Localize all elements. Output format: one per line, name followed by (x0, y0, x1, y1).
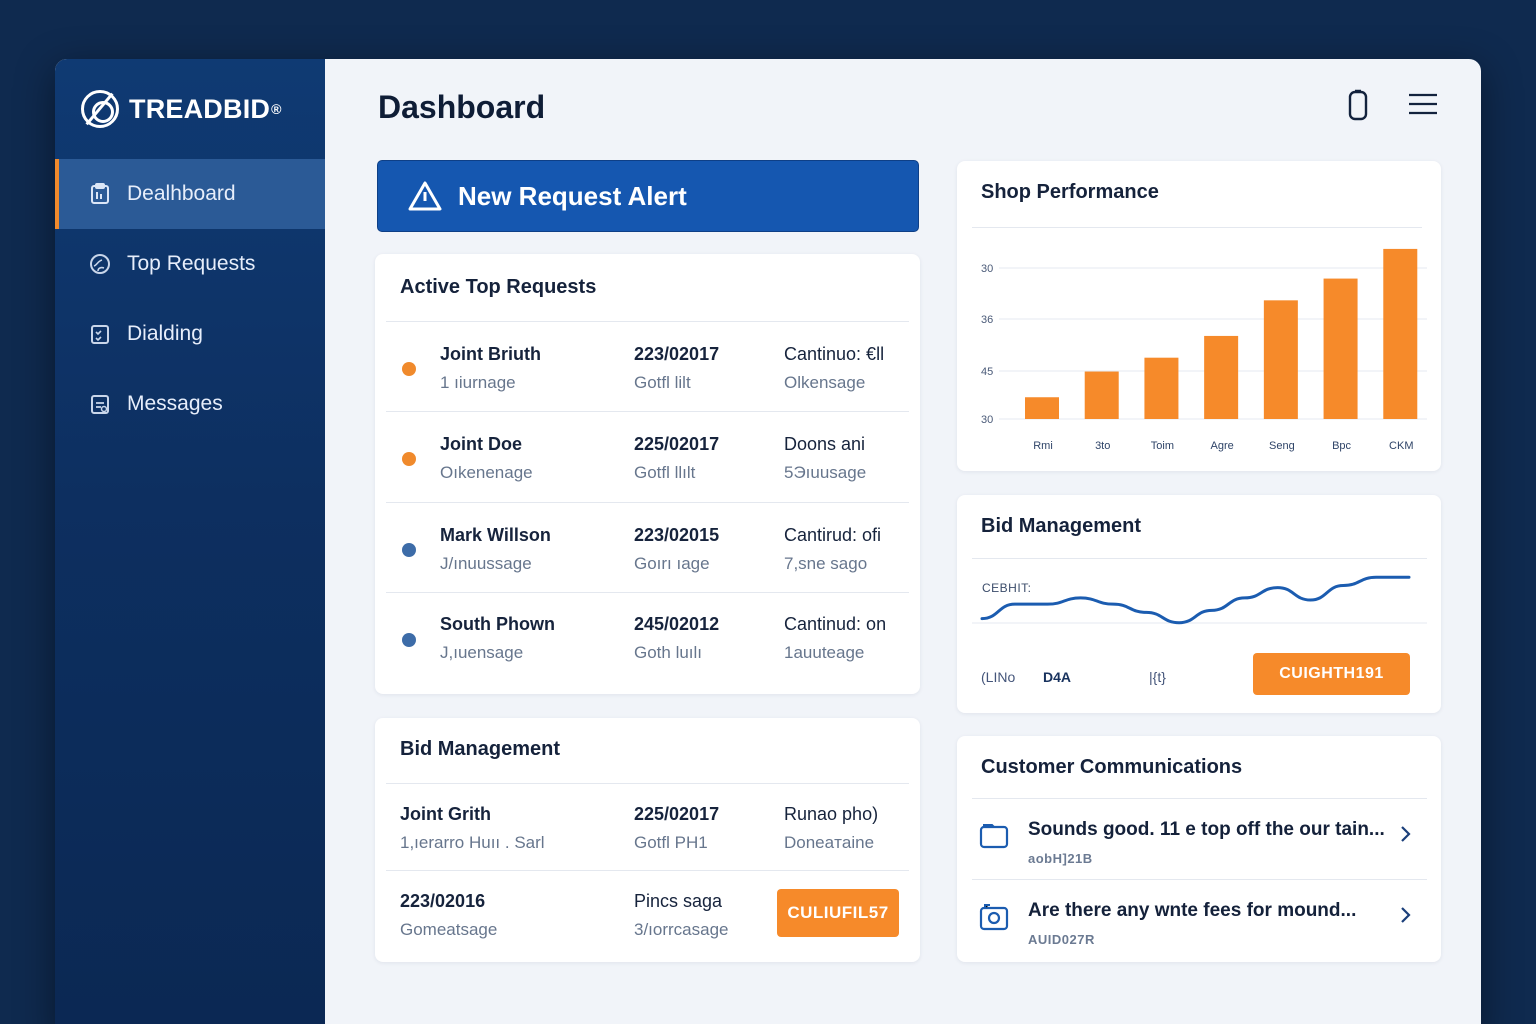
bar (1084, 371, 1119, 419)
footer-label-mid: D4A (1043, 669, 1072, 685)
brand[interactable]: TREADBID ® (55, 59, 325, 159)
globe-icon (89, 253, 111, 275)
message-meta: AUID027R (1028, 932, 1095, 947)
card-title: Customer Communications (981, 756, 1243, 778)
alert-label: New Request Alert (458, 180, 687, 211)
checklist-icon (89, 323, 111, 345)
x-tick-label: Agre (1211, 440, 1234, 452)
camera-icon (979, 902, 1009, 932)
bid-management-chart-card: Bid Management CEBHIT: (LINo D4A |{t} CU… (957, 495, 1441, 713)
card-title: Bid Management (981, 515, 1142, 537)
phone-icon[interactable] (1347, 89, 1369, 123)
divider (972, 227, 1422, 228)
message-doc-icon (89, 393, 111, 415)
sidebar-item-dialding[interactable]: Dialding (55, 299, 325, 369)
table-row[interactable]: Mark Willson J/ınuussage 223/02015 Goırı ı… (386, 502, 909, 592)
bar (1263, 300, 1298, 419)
request-status: Cantinud: on 1auuteage (784, 614, 887, 662)
request-status: Doons ani 5Эıuusage (784, 434, 867, 482)
x-tick-label: Rmi (1033, 440, 1053, 452)
request-status: Cantirud: ofi 7,sne sago (784, 525, 882, 573)
series-line (980, 575, 1411, 625)
sidebar: TREADBID ® Dealhboard Top Requests Dialdi… (55, 59, 325, 1024)
status-dot (402, 543, 416, 557)
sidebar-item-dashboard[interactable]: Dealhboard (55, 159, 325, 229)
bid-action-button[interactable]: CULIUFIL57 (777, 889, 899, 937)
app-window: TREADBID ® Dealhboard Top Requests Dialdi… (55, 59, 1481, 1024)
requester: South Phown J,ıuensage (440, 614, 555, 662)
chevron-right-icon[interactable] (1399, 904, 1413, 926)
message-text: Sounds good. 11 e top off the our tain..… (1028, 819, 1385, 840)
y-tick-label: 30 (981, 263, 993, 275)
page-title: Dashboard (378, 89, 546, 125)
x-tick-label: CKM (1389, 440, 1413, 452)
main-content: Dashboard New Request Alert Active Top R… (325, 59, 1481, 1024)
bid-status: Runao pho) Doneaтaine (784, 804, 879, 852)
hamburger-menu-icon[interactable] (1407, 89, 1439, 119)
x-tick-label: Toim (1151, 440, 1174, 452)
message-meta: aobH]21B (1028, 851, 1093, 866)
bar (1025, 397, 1059, 419)
footer-label-left: (LINo (981, 669, 1016, 685)
card-title: Shop Performance (981, 181, 1159, 203)
sidebar-item-messages[interactable]: Messages (55, 369, 325, 439)
bid-date: 223/02016 Gomeatsage (400, 891, 498, 939)
bid-date: 225/02017 Gotfl PH1 (634, 804, 720, 852)
bar (1323, 278, 1358, 419)
sidebar-item-label: Top Requests (127, 252, 256, 275)
bid-management-card: Bid Management Joint Grith 1,ıerarro Huıı… (375, 718, 920, 962)
request-date: 223/02017 Gotfl lilt (634, 344, 720, 392)
requester: Joint Briuth 1 ıiurnage (440, 344, 541, 392)
bar (1144, 357, 1179, 419)
request-date: 223/02015 Goırı ıage (634, 525, 720, 573)
table-row[interactable]: Joint Doe Oıkenenage 225/02017 Gotfl llılt… (386, 411, 909, 501)
shop-performance-chart: 30 36 45 30 Rmi 3to Toim Agre Seng Bpc CKM (981, 248, 1427, 452)
active-requests-card: Active Top Requests Joint Briuth 1 ıiurna… (375, 254, 920, 694)
sidebar-item-top-requests[interactable]: Top Requests (55, 229, 325, 299)
bar (1383, 248, 1418, 419)
divider (972, 558, 1427, 559)
y-tick-label: 36 (981, 314, 993, 326)
bid-cta-button[interactable]: CUIGHTH191 (1253, 653, 1410, 695)
request-date: 225/02017 Gotfl llılt (634, 434, 720, 482)
clipboard-icon (89, 183, 111, 205)
bid-row[interactable]: Joint Grith 1,ıerarro Huıı . Sarl 225/020… (386, 783, 909, 873)
folder-icon (979, 821, 1009, 851)
footer-label-right: |{t} (1149, 669, 1166, 685)
message-text: Are there any wnte fees for mound... (1028, 900, 1357, 921)
table-row[interactable]: Joint Briuth 1 ıiurnage 223/02017 Gotfl li… (386, 321, 909, 411)
request-date: 245/02012 Goth luılı (634, 614, 720, 662)
sidebar-item-label: Dealhboard (127, 182, 236, 205)
status-dot (402, 452, 416, 466)
brand-mark: ® (271, 101, 282, 117)
bidder: Joint Grith 1,ıerarro Huıı . Sarl (400, 804, 545, 852)
sidebar-item-label: Messages (127, 392, 223, 415)
status-dot (402, 362, 416, 376)
status-dot (402, 633, 416, 647)
bid-row[interactable]: 223/02016 Gomeatsage Pincs saga 3/ıorrcasa… (386, 870, 909, 960)
card-title: Active Top Requests (400, 276, 597, 298)
chevron-right-icon[interactable] (1399, 823, 1413, 845)
card-title: Bid Management (400, 738, 561, 760)
message-item[interactable]: Are there any wnte fees for mound... AUI… (972, 879, 1427, 959)
requester: Joint Doe Oıkenenage (440, 434, 533, 482)
warning-icon (408, 181, 442, 211)
brand-name: TREADBID (129, 93, 271, 124)
brand-logo-icon (81, 90, 119, 128)
request-status: Cantinuo: €ll Olkensage (784, 344, 885, 392)
customer-communications-card: Customer Communications Sounds good. 11 … (957, 736, 1441, 962)
x-tick-label: Seng (1269, 440, 1295, 452)
requester: Mark Willson J/ınuussage (440, 525, 551, 573)
y-tick-label: 45 (981, 366, 993, 378)
sidebar-item-label: Dialding (127, 322, 203, 345)
message-item[interactable]: Sounds good. 11 e top off the our tain..… (972, 798, 1427, 878)
y-tick-label: 30 (981, 414, 993, 426)
table-row[interactable]: South Phown J,ıuensage 245/02012 Goth luıl… (386, 592, 909, 682)
bar (1204, 335, 1239, 419)
shop-performance-card: Shop Performance 30 36 45 30 Rmi 3to Toim Agre S… (957, 161, 1441, 471)
bid-status: Pincs saga 3/ıorrcasage (634, 891, 729, 939)
x-tick-label: Bpc (1332, 440, 1351, 452)
x-tick-label: 3to (1095, 440, 1110, 452)
new-request-alert-button[interactable]: New Request Alert (377, 160, 919, 232)
